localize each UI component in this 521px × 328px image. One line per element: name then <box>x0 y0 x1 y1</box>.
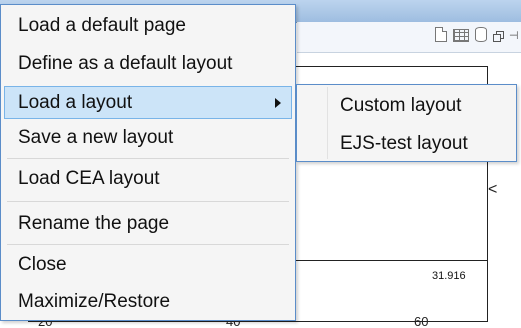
screen: ⊣ 31.916 < 20 40 60 Load a default page … <box>0 0 521 328</box>
restore-window-icon[interactable] <box>493 31 504 42</box>
menu-item-load-cea-layout[interactable]: Load CEA layout <box>4 162 292 195</box>
database-icon[interactable] <box>475 27 487 42</box>
menu-separator <box>7 201 289 202</box>
page-toolbar: ⊣ <box>297 22 521 53</box>
page-context-menu: Load a default page Define as a default … <box>0 4 296 321</box>
menu-item-load-default-page[interactable]: Load a default page <box>4 9 292 42</box>
submenu-item-ejs-test-layout[interactable]: EJS-test layout <box>340 129 468 159</box>
menu-item-label: Load a layout <box>18 92 133 113</box>
load-layout-submenu: Custom layout EJS-test layout <box>296 84 517 162</box>
x-tick-label: 60 <box>414 314 429 328</box>
menu-item-rename-page[interactable]: Rename the page <box>4 207 292 240</box>
menu-item-maximize-restore[interactable]: Maximize/Restore <box>4 285 292 318</box>
menu-separator <box>7 244 289 245</box>
menu-item-save-new-layout[interactable]: Save a new layout <box>4 121 292 154</box>
submenu-arrow-icon <box>275 98 281 108</box>
menu-item-define-default-layout[interactable]: Define as a default layout <box>4 47 292 80</box>
menu-item-close[interactable]: Close <box>4 248 292 281</box>
submenu-gutter <box>327 87 328 159</box>
submenu-item-custom-layout[interactable]: Custom layout <box>340 91 461 121</box>
toolbar-icon-group: ⊣ <box>435 27 519 42</box>
menu-item-load-layout[interactable]: Load a layout <box>4 86 292 119</box>
table-icon[interactable] <box>453 29 469 42</box>
plot-value-label: 31.916 <box>432 270 466 282</box>
pin-icon[interactable]: ⊣ <box>509 31 519 42</box>
new-page-icon[interactable] <box>435 27 447 42</box>
collapse-chevron-icon[interactable]: < <box>488 181 497 199</box>
menu-separator <box>7 158 289 159</box>
